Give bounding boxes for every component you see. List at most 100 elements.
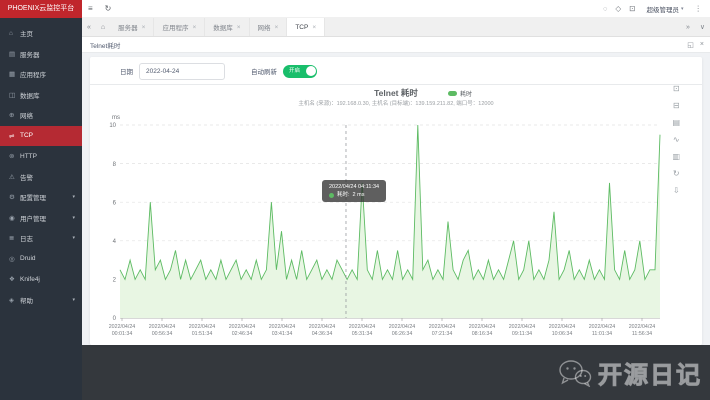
more-icon[interactable]: ⋮ <box>691 4 707 13</box>
x-tick-label: 2022/04/2410:06:34 <box>549 324 576 337</box>
close-icon[interactable]: × <box>312 24 316 31</box>
tooltip-series-value: 2 ms <box>353 191 365 199</box>
theme-icon[interactable]: ◇ <box>611 4 625 13</box>
sidebar-item-帮助[interactable]: ◈帮助▾ <box>0 290 82 311</box>
y-axis-unit: ms <box>112 115 120 121</box>
tab-应用程序[interactable]: 应用程序 × <box>154 18 205 36</box>
sidebar-item-label: 用户管理 <box>20 213 46 223</box>
sidebar-item-应用程序[interactable]: ▦应用程序 <box>0 64 82 85</box>
sidebar-item-主页[interactable]: ⌂主页 <box>0 23 82 44</box>
sidebar-item-label: 应用程序 <box>20 69 46 79</box>
sidebar-item-用户管理[interactable]: ◉用户管理▾ <box>0 208 82 229</box>
tab-网络[interactable]: 网络 × <box>250 18 288 36</box>
sidebar-item-服务器[interactable]: ▤服务器 <box>0 44 82 65</box>
close-icon[interactable]: × <box>237 24 241 31</box>
close-icon[interactable]: × <box>192 24 196 31</box>
config-icon: ⚙ <box>9 193 20 201</box>
collapse-menu-icon[interactable]: ≡ <box>82 4 99 13</box>
tabbar-right: » ∨ <box>681 18 710 36</box>
admin-label: 超级管理员 <box>646 4 679 14</box>
toggle-on-label: 开启 <box>289 66 300 77</box>
sidebar-item-label: 数据库 <box>20 90 40 100</box>
top-header: ≡ ↻ ◌◇⊡ 超级管理员 ▾ ⋮ <box>82 0 710 18</box>
chart-legend[interactable]: 耗时 <box>448 89 472 98</box>
legend-label: 耗时 <box>460 89 472 98</box>
area-zoom-icon[interactable]: ⊡ <box>672 85 680 94</box>
tab-label: TCP <box>295 24 308 31</box>
save-image-icon[interactable]: ⇩ <box>672 187 680 196</box>
chevron-down-icon: ▾ <box>681 6 684 12</box>
tabs-back-icon[interactable]: « <box>82 18 96 36</box>
chart-subtitle: 主机名 (来源)：192.168.0.30, 主机名 (目标端)：139.159… <box>90 99 702 107</box>
sidebar-item-TCP[interactable]: ⇌TCP <box>0 126 82 147</box>
close-panel-icon[interactable]: × <box>700 41 704 48</box>
tab-label: 网络 <box>258 22 271 32</box>
tooltip-datetime: 2022/04/24 04:11:34 <box>329 183 379 191</box>
alarm-icon: ⚠ <box>9 173 20 181</box>
chevron-down-icon: ▾ <box>72 194 75 200</box>
tooltip-series-label: 耗时: <box>337 191 350 199</box>
date-input[interactable] <box>139 63 225 80</box>
watermark-text: 开源日记 <box>598 355 702 390</box>
sidebar-item-日志[interactable]: ≣日志▾ <box>0 228 82 249</box>
sidebar-item-label: Knife4j <box>20 276 40 283</box>
x-tick-label: 2022/04/2406:26:34 <box>389 324 416 337</box>
help-icon: ◈ <box>9 296 20 304</box>
app-logo: PHOENIX云监控平台 <box>0 0 82 18</box>
tab-label: 应用程序 <box>162 22 188 32</box>
tabs-forward-icon[interactable]: » <box>681 24 695 31</box>
x-tick-label: 2022/04/2407:21:34 <box>429 324 456 337</box>
bar-chart-icon[interactable]: ▥ <box>672 153 680 162</box>
y-tick-label: 10 <box>109 123 116 129</box>
x-tick-label: 2022/04/2403:41:34 <box>269 324 296 337</box>
chevron-down-icon: ▾ <box>72 297 75 303</box>
sidebar-item-Druid[interactable]: ◎Druid <box>0 249 82 270</box>
sidebar-item-Knife4j[interactable]: ❖Knife4j <box>0 269 82 290</box>
druid-icon: ◎ <box>9 255 20 263</box>
zoom-restore-icon[interactable]: ⊟ <box>672 102 680 111</box>
network-icon: ⊕ <box>9 111 20 119</box>
tooltip-value-row: 耗时: 2 ms <box>329 191 379 199</box>
tab-数据库[interactable]: 数据库 × <box>205 18 249 36</box>
line-chart-icon[interactable]: ∿ <box>672 136 680 145</box>
auto-refresh-toggle[interactable]: 开启 <box>283 65 317 78</box>
x-tick-label: 2022/04/2411:56:34 <box>629 324 656 337</box>
app-icon: ▦ <box>9 70 20 78</box>
refresh-icon[interactable]: ↻ <box>99 4 118 13</box>
tabs-collapse-icon[interactable]: ∨ <box>695 23 710 31</box>
sidebar-item-HTTP[interactable]: ⊚HTTP <box>0 146 82 167</box>
watermark: 开源日记 <box>558 355 702 390</box>
tabs-home-icon[interactable]: ⌂ <box>96 18 110 36</box>
sidebar-item-label: 日志 <box>20 233 33 243</box>
fullscreen-icon[interactable]: ⊡ <box>625 4 639 13</box>
telnet-latency-chart: 0246810ms2022/04/2400:01:342022/04/2400:… <box>90 114 702 340</box>
x-tick-label: 2022/04/2402:46:34 <box>229 324 256 337</box>
sidebar-item-网络[interactable]: ⊕网络 <box>0 105 82 126</box>
sidebar-item-label: 网络 <box>20 110 33 120</box>
close-icon[interactable]: × <box>142 24 146 31</box>
tab-label: 数据库 <box>213 22 233 32</box>
sidebar-item-label: HTTP <box>20 153 37 160</box>
data-view-icon[interactable]: ▤ <box>672 119 680 128</box>
admin-dropdown[interactable]: 超级管理员 ▾ <box>643 4 686 14</box>
x-tick-label: 2022/04/2408:16:34 <box>469 324 496 337</box>
sidebar-item-label: 配置管理 <box>20 192 46 202</box>
sidebar-item-配置管理[interactable]: ⚙配置管理 ▾ <box>0 187 82 208</box>
message-icon[interactable]: ◌ <box>599 4 611 13</box>
tab-服务器[interactable]: 服务器× <box>110 18 154 36</box>
sidebar-item-label: 告警 <box>20 172 33 182</box>
panel-title: Telnet耗时 <box>82 40 120 50</box>
panel-bar: Telnet耗时 ◱ × <box>82 37 710 53</box>
x-tick-label: 2022/04/2405:31:34 <box>349 324 376 337</box>
x-tick-label: 2022/04/2401:51:34 <box>189 324 216 337</box>
sidebar-item-告警[interactable]: ⚠告警 <box>0 167 82 188</box>
tab-TCP[interactable]: TCP × <box>287 18 325 36</box>
sidebar-item-数据库[interactable]: ◫数据库 <box>0 85 82 106</box>
x-tick-label: 2022/04/2404:36:34 <box>309 324 336 337</box>
restore-window-icon[interactable]: ◱ <box>687 41 694 49</box>
log-icon: ≣ <box>9 234 20 242</box>
content-area: 日期 自动刷新 开启 Telnet 耗时 耗时 主机名 (来源)：192.168… <box>82 53 710 345</box>
close-icon[interactable]: × <box>275 24 279 31</box>
sidebar-item-label: Druid <box>20 255 36 262</box>
restore-icon[interactable]: ↻ <box>672 170 680 179</box>
